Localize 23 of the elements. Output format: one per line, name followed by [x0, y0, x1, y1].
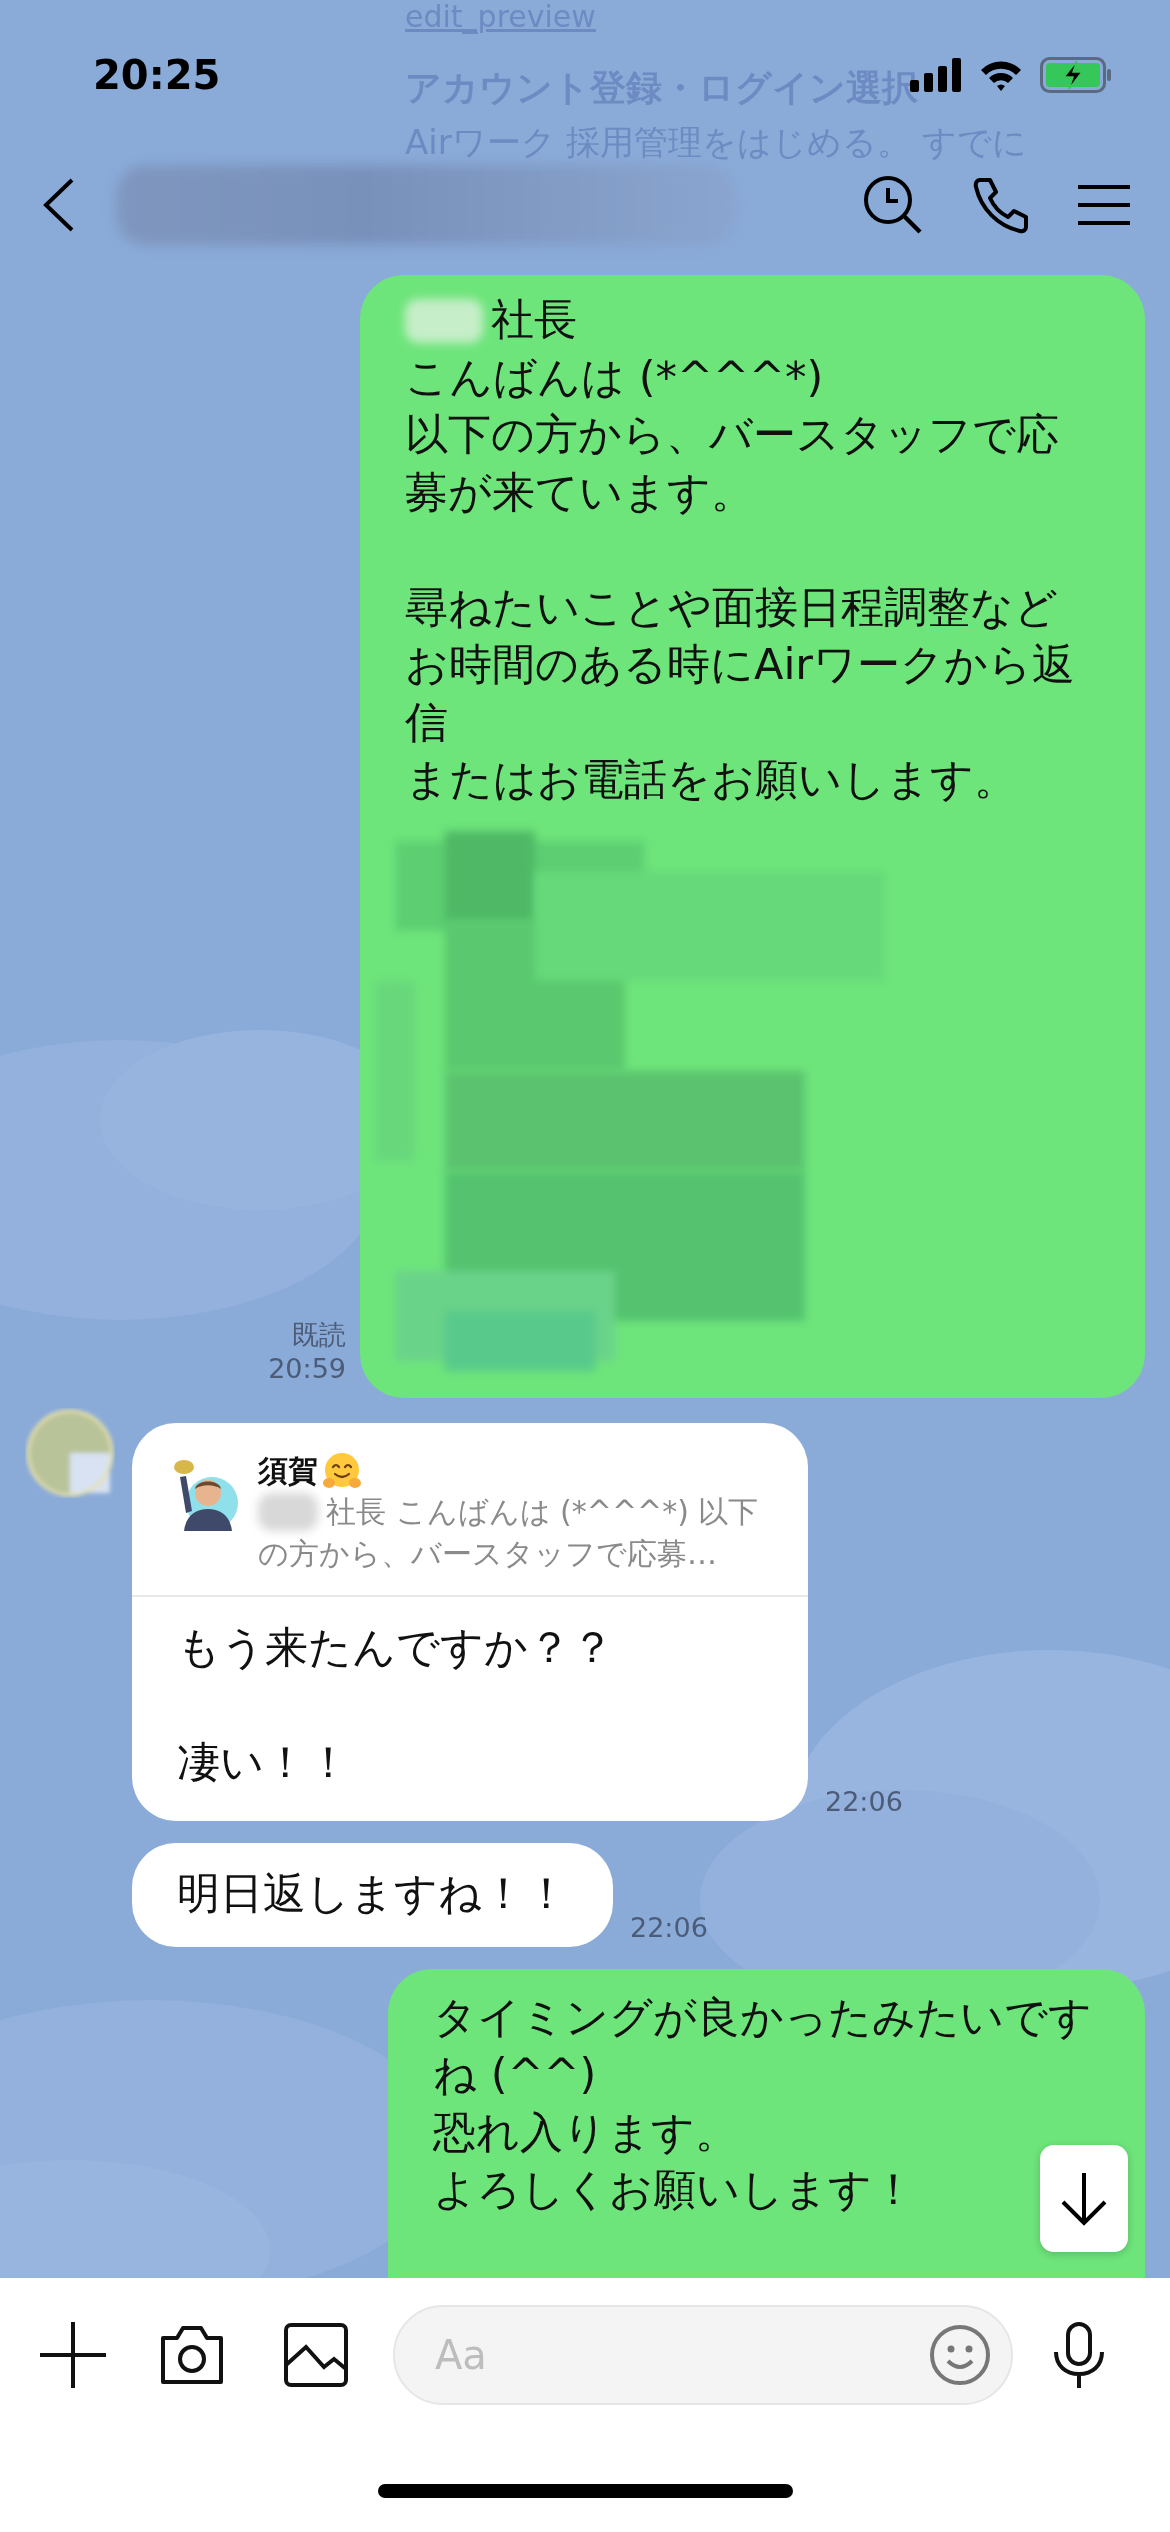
message-text: お時間のある時にAirワークから返 [405, 638, 1076, 691]
read-receipt: 既読 [291, 1317, 346, 1352]
message-text: 尋ねたいことや面接日程調整など [405, 580, 1058, 634]
message-text: 恐れ入ります。 [433, 2105, 738, 2159]
status-time: 20:25 [93, 51, 221, 100]
message-text: こんばんは (*^^^*) [405, 350, 824, 404]
message-text: またはお電話をお願いします。 [405, 753, 1017, 806]
message-text: 信 [405, 695, 448, 749]
message-text: 明日返しますね！！ [177, 1867, 568, 1920]
message-text: もう来たんですか？？ [177, 1620, 614, 1674]
message-time: 20:59 [268, 1351, 346, 1386]
quoted-text: の方から、バースタッフで応募… [258, 1534, 717, 1573]
message-text: 社長 [491, 293, 577, 346]
sender-name: 須賀 [258, 1451, 318, 1490]
message-text: ね (^^) [433, 2048, 597, 2101]
message-time: 22:06 [825, 1785, 903, 1819]
message-text: 募が来ています。 [405, 465, 754, 519]
message-text: よろしくお願いします！ [433, 2163, 915, 2216]
quoted-text: 社長 こんばんは (*^^^*) 以下 [326, 1492, 759, 1531]
message-text: タイミングが良かったみたいです [433, 1990, 1092, 2044]
message-time: 22:06 [630, 1910, 708, 1945]
message-text: 以下の方から、バースタッフで応 [405, 408, 1059, 461]
message-text: 凄い！！ [177, 1735, 350, 1789]
